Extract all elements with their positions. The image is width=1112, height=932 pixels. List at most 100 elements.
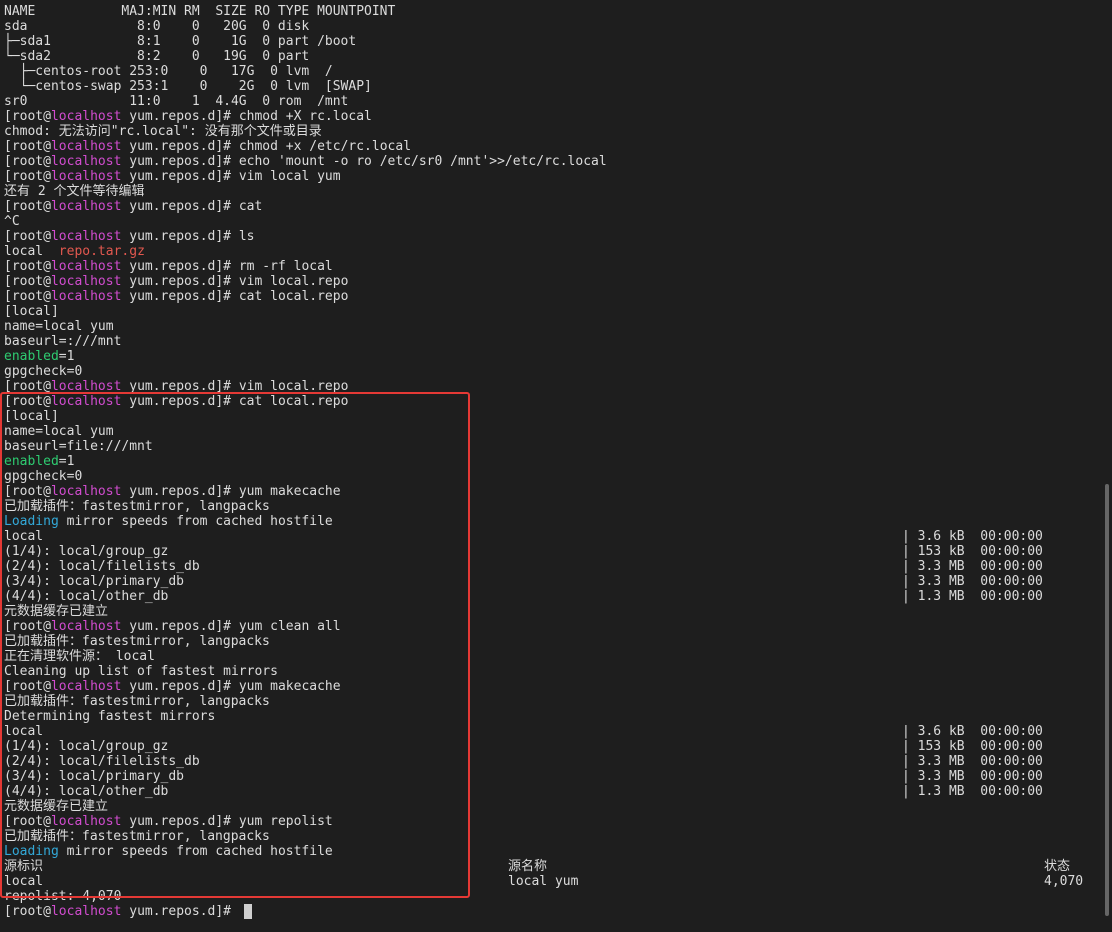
command-text: vim local yum bbox=[238, 169, 341, 184]
prompt-host: localhost bbox=[50, 814, 122, 829]
prompt-line: [root@localhost yum.repos.d]# vim local … bbox=[4, 169, 341, 184]
output-text: local bbox=[4, 724, 44, 739]
command-text: vim local.repo bbox=[238, 379, 349, 394]
output-segment: =1 bbox=[58, 349, 75, 364]
output-segment: Loading bbox=[4, 514, 59, 529]
output-text: (4/4): local/other_db bbox=[4, 589, 169, 604]
output-line: sda 8:0 0 20G 0 disk bbox=[4, 19, 309, 34]
output-line: local repo.tar.gz bbox=[4, 244, 145, 259]
prompt-host: localhost bbox=[50, 154, 122, 169]
prompt-path: yum.repos.d]# bbox=[121, 259, 239, 274]
prompt-line: [root@localhost yum.repos.d]# yum clean … bbox=[4, 619, 341, 634]
prompt-line: [root@localhost yum.repos.d]# rm -rf loc… bbox=[4, 259, 333, 274]
prompt-line: [root@localhost yum.repos.d]# yum makeca… bbox=[4, 484, 341, 499]
repo-name-cell: local yum bbox=[508, 874, 579, 889]
prompt-path: yum.repos.d]# bbox=[121, 289, 239, 304]
output-segment: Loading bbox=[4, 844, 59, 859]
command-text: rm -rf local bbox=[238, 259, 333, 274]
command-text: chmod +X rc.local bbox=[238, 109, 372, 124]
output-line: 已加载插件：fastestmirror, langpacks bbox=[4, 499, 270, 514]
output-line: chmod: 无法访问"rc.local": 没有那个文件或目录 bbox=[4, 124, 322, 139]
prompt-line: [root@localhost yum.repos.d]# vim local.… bbox=[4, 274, 348, 289]
output-line: (4/4): local/other_db bbox=[4, 589, 168, 604]
output-text: ^C bbox=[4, 214, 20, 229]
output-line: (3/4): local/primary_db bbox=[4, 769, 184, 784]
output-line: gpgcheck=0 bbox=[4, 364, 82, 379]
prompt-host: localhost bbox=[50, 904, 122, 919]
prompt-user: [root@ bbox=[4, 154, 51, 169]
output-text: [local] bbox=[4, 304, 59, 319]
prompt-line: [root@localhost yum.repos.d]# cat local.… bbox=[4, 289, 348, 304]
prompt-line: [root@localhost yum.repos.d]# chmod +X r… bbox=[4, 109, 372, 124]
output-text: ├─sda1 8:1 0 1G 0 part /boot bbox=[4, 34, 357, 49]
prompt-path: yum.repos.d]# bbox=[121, 814, 239, 829]
transfer-stats: | 3.3 MB 00:00:00 bbox=[902, 574, 1043, 589]
prompt-user: [root@ bbox=[4, 379, 51, 394]
prompt-user: [root@ bbox=[4, 394, 51, 409]
prompt-path: yum.repos.d]# bbox=[121, 274, 239, 289]
prompt-path: yum.repos.d]# bbox=[121, 904, 239, 919]
output-line: 已加载插件：fastestmirror, langpacks bbox=[4, 634, 270, 649]
output-line: 已加载插件：fastestmirror, langpacks bbox=[4, 694, 270, 709]
output-text: 已加载插件：fastestmirror, langpacks bbox=[4, 829, 270, 844]
scrollbar[interactable] bbox=[1105, 484, 1109, 916]
output-line: (1/4): local/group_gz bbox=[4, 739, 168, 754]
transfer-stats: | 3.3 MB 00:00:00 bbox=[902, 559, 1043, 574]
output-line: [local] bbox=[4, 409, 59, 424]
output-text: sda 8:0 0 20G 0 disk bbox=[4, 19, 310, 34]
terminal-window[interactable]: NAME MAJ:MIN RM SIZE RO TYPE MOUNTPOINT s… bbox=[0, 0, 1112, 932]
prompt-line: [root@localhost yum.repos.d]# ls bbox=[4, 229, 254, 244]
prompt-host: localhost bbox=[50, 484, 122, 499]
prompt-line: [root@localhost yum.repos.d]# chmod +x /… bbox=[4, 139, 411, 154]
output-line: repolist: 4,070 bbox=[4, 889, 121, 904]
output-segment: enabled bbox=[4, 349, 59, 364]
output-text: repolist: 4,070 bbox=[4, 889, 122, 904]
output-line: 源标识 bbox=[4, 859, 43, 874]
transfer-stats: | 153 kB 00:00:00 bbox=[902, 544, 1043, 559]
prompt-path: yum.repos.d]# bbox=[121, 169, 239, 184]
output-text: └─sda2 8:2 0 19G 0 part bbox=[4, 49, 310, 64]
prompt-user: [root@ bbox=[4, 229, 51, 244]
output-text: (3/4): local/primary_db bbox=[4, 574, 185, 589]
prompt-host: localhost bbox=[50, 679, 122, 694]
prompt-line: [root@localhost yum.repos.d]# yum repoli… bbox=[4, 814, 333, 829]
prompt-path: yum.repos.d]# bbox=[121, 109, 239, 124]
prompt-user: [root@ bbox=[4, 259, 51, 274]
output-line: name=local yum bbox=[4, 319, 114, 334]
prompt-user: [root@ bbox=[4, 274, 51, 289]
prompt-user: [root@ bbox=[4, 139, 51, 154]
command-text: yum clean all bbox=[238, 619, 341, 634]
command-text: cat local.repo bbox=[238, 289, 349, 304]
output-line: baseurl=file:///mnt bbox=[4, 439, 153, 454]
prompt-host: localhost bbox=[50, 109, 122, 124]
output-text: chmod: 无法访问"rc.local": 没有那个文件或目录 bbox=[4, 124, 322, 139]
output-text: Determining fastest mirrors bbox=[4, 709, 216, 724]
output-text: name=local yum bbox=[4, 319, 114, 334]
prompt-user: [root@ bbox=[4, 289, 51, 304]
command-text: yum makecache bbox=[238, 484, 341, 499]
output-line: Loading mirror speeds from cached hostfi… bbox=[4, 514, 333, 529]
output-line: └─centos-swap 253:1 0 2G 0 lvm [SWAP] bbox=[4, 79, 372, 94]
output-text: (3/4): local/primary_db bbox=[4, 769, 185, 784]
repo-status-cell: 4,070 bbox=[1044, 874, 1084, 889]
prompt-user: [root@ bbox=[4, 814, 51, 829]
output-segment: local bbox=[4, 244, 59, 259]
command-text: yum repolist bbox=[238, 814, 333, 829]
transfer-stats: | 1.3 MB 00:00:00 bbox=[902, 589, 1043, 604]
output-segment: repo.tar.gz bbox=[58, 244, 145, 259]
prompt-user: [root@ bbox=[4, 199, 51, 214]
output-text: (2/4): local/filelists_db bbox=[4, 559, 200, 574]
text-cursor bbox=[244, 904, 252, 919]
output-text: └─centos-swap 253:1 0 2G 0 lvm [SWAP] bbox=[4, 79, 372, 94]
prompt-user: [root@ bbox=[4, 169, 51, 184]
output-line: 还有 2 个文件等待编辑 bbox=[4, 184, 144, 199]
prompt-line: [root@localhost yum.repos.d]# echo 'moun… bbox=[4, 154, 607, 169]
command-text: cat bbox=[238, 199, 263, 214]
prompt-user: [root@ bbox=[4, 679, 51, 694]
prompt-host: localhost bbox=[50, 199, 122, 214]
output-line: ├─sda1 8:1 0 1G 0 part /boot bbox=[4, 34, 356, 49]
prompt-host: localhost bbox=[50, 259, 122, 274]
output-line: 元数据缓存已建立 bbox=[4, 604, 108, 619]
output-text: 已加载插件：fastestmirror, langpacks bbox=[4, 634, 270, 649]
output-text: (1/4): local/group_gz bbox=[4, 739, 169, 754]
